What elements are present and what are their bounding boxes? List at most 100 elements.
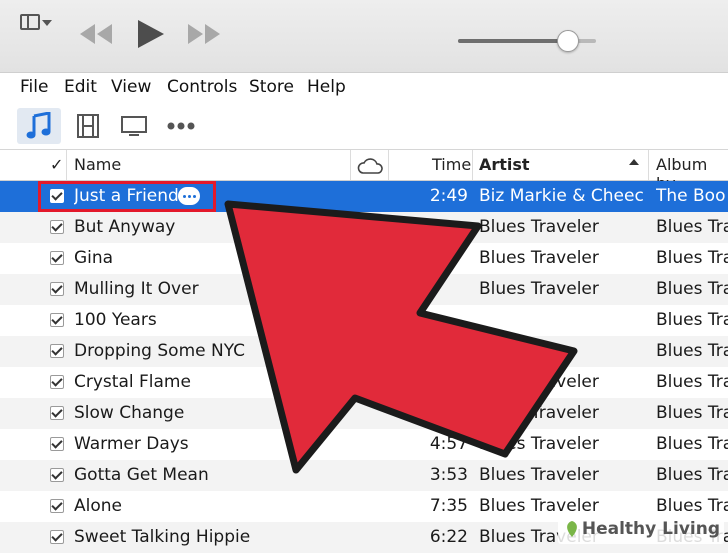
track-artist: Blues Traveler [479,248,599,268]
header-artist[interactable]: Artist [479,155,530,174]
track-row[interactable]: Gina Blues Traveler Blues Tra [0,243,728,274]
track-name: Dropping Some NYC [74,341,246,361]
track-artist: Blues Traveler [479,496,599,516]
track-checkbox[interactable] [50,375,64,389]
track-album: Blues Tra [656,496,728,516]
track-artist: Blues Traveler [479,465,599,485]
track-name: Sweet Talking Hippie [74,527,251,547]
column-divider [350,150,351,180]
volume-slider[interactable] [458,30,596,52]
previous-track-icon[interactable] [78,22,114,46]
track-name: Slow Change [74,403,185,423]
leaf-logo-icon [566,521,577,537]
menu-bar: File Edit View Controls Store Help [0,73,728,103]
tv-button[interactable] [112,108,156,144]
track-album: Blues Tra [656,217,728,237]
track-album: Blues Tra [656,372,728,392]
menu-store[interactable]: Store [249,77,294,97]
track-time: 4:57 [429,434,468,454]
track-artist: Blues Traveler [479,217,599,237]
track-row[interactable]: Mulling It Over Blues Traveler Blues Tra [0,274,728,305]
watermark: Healthy Living [557,514,724,544]
track-album: Blues Tra [656,434,728,454]
track-checkbox[interactable] [50,406,64,420]
header-check[interactable]: ✓ [50,155,63,174]
film-icon [77,114,99,138]
track-album: Blues Tra [656,279,728,299]
volume-knob[interactable] [557,30,580,52]
track-time: 2:49 [429,186,468,206]
tv-icon [121,116,147,136]
track-album: Blues Tra [656,341,728,361]
movies-button[interactable] [66,108,110,144]
track-checkbox[interactable] [50,530,64,544]
track-time: 7:35 [429,496,468,516]
track-time: 9:41 [429,372,468,392]
track-artist: Blues Traveler [479,279,599,299]
column-divider [648,150,649,180]
track-time: 3:22 [429,341,468,361]
next-track-icon[interactable] [186,22,222,46]
track-album: Blues Tra [656,465,728,485]
music-button[interactable] [17,108,61,144]
media-toolbar [0,103,728,150]
watermark-text: Healthy Living [581,519,720,539]
track-row[interactable]: Slow Change 4:57 Blues Traveler Blues Tra [0,398,728,429]
track-checkbox[interactable] [50,344,64,358]
more-icon [167,122,195,130]
column-divider [472,150,473,180]
track-row[interactable]: 100 Years Blues Tra [0,305,728,336]
more-media-button[interactable] [159,108,203,144]
track-artist: Biz Markie & Cheec... [479,186,644,206]
track-row[interactable]: Crystal Flame 9:41 Blues Traveler Blues Tra [0,367,728,398]
track-row[interactable]: Dropping Some NYC 3:22 Blues Tra [0,336,728,367]
menu-help[interactable]: Help [307,77,346,97]
track-album: The Boo [656,186,726,206]
track-album: Blues Tra [656,310,728,330]
track-time: 3:53 [429,465,468,485]
track-artist: Blues Traveler [479,403,599,423]
track-album: Blues Tra [656,248,728,268]
track-checkbox[interactable] [50,313,64,327]
volume-level [458,39,569,43]
track-name: Mulling It Over [74,279,199,299]
header-time[interactable]: Time [432,155,471,174]
track-artist: Blues Traveler [479,434,599,454]
music-note-icon [26,112,51,139]
play-icon[interactable] [134,18,166,50]
track-album: Blues Tra [656,403,728,423]
menu-file[interactable]: File [20,77,48,97]
menu-controls[interactable]: Controls [167,77,237,97]
track-name: But Anyway [74,217,176,237]
header-name[interactable]: Name [74,155,121,174]
track-row[interactable]: Warmer Days 4:57 Blues Traveler Blues Tra [0,429,728,460]
track-artist: Blues Traveler [479,372,599,392]
sidebar-toggle-icon[interactable] [20,14,40,30]
track-name: Warmer Days [74,434,189,454]
column-divider [388,150,389,180]
song-list-header: ✓ Name Time Artist Album by [0,150,728,193]
track-checkbox[interactable] [50,468,64,482]
track-row[interactable]: Gotta Get Mean 3:53 Blues Traveler Blues Tr… [0,460,728,491]
menu-view[interactable]: View [111,77,151,97]
track-time: 4:57 [429,403,468,423]
track-row[interactable]: But Anyway Blues Traveler Blues Tra [0,212,728,243]
chevron-down-icon[interactable] [42,20,52,26]
player-bar [0,0,728,73]
track-name: Alone [74,496,122,516]
track-name: 100 Years [74,310,157,330]
cloud-icon[interactable] [357,157,383,175]
track-checkbox[interactable] [50,251,64,265]
menu-edit[interactable]: Edit [64,77,97,97]
track-name: Gina [74,248,114,268]
track-checkbox[interactable] [50,282,64,296]
track-checkbox[interactable] [50,437,64,451]
track-checkbox[interactable] [50,499,64,513]
selected-song-highlight [38,181,216,212]
track-checkbox[interactable] [50,220,64,234]
track-name: Crystal Flame [74,372,191,392]
column-divider [66,150,67,180]
sort-ascending-icon [629,159,639,165]
track-time: 6:22 [429,527,468,547]
track-name: Gotta Get Mean [74,465,209,485]
